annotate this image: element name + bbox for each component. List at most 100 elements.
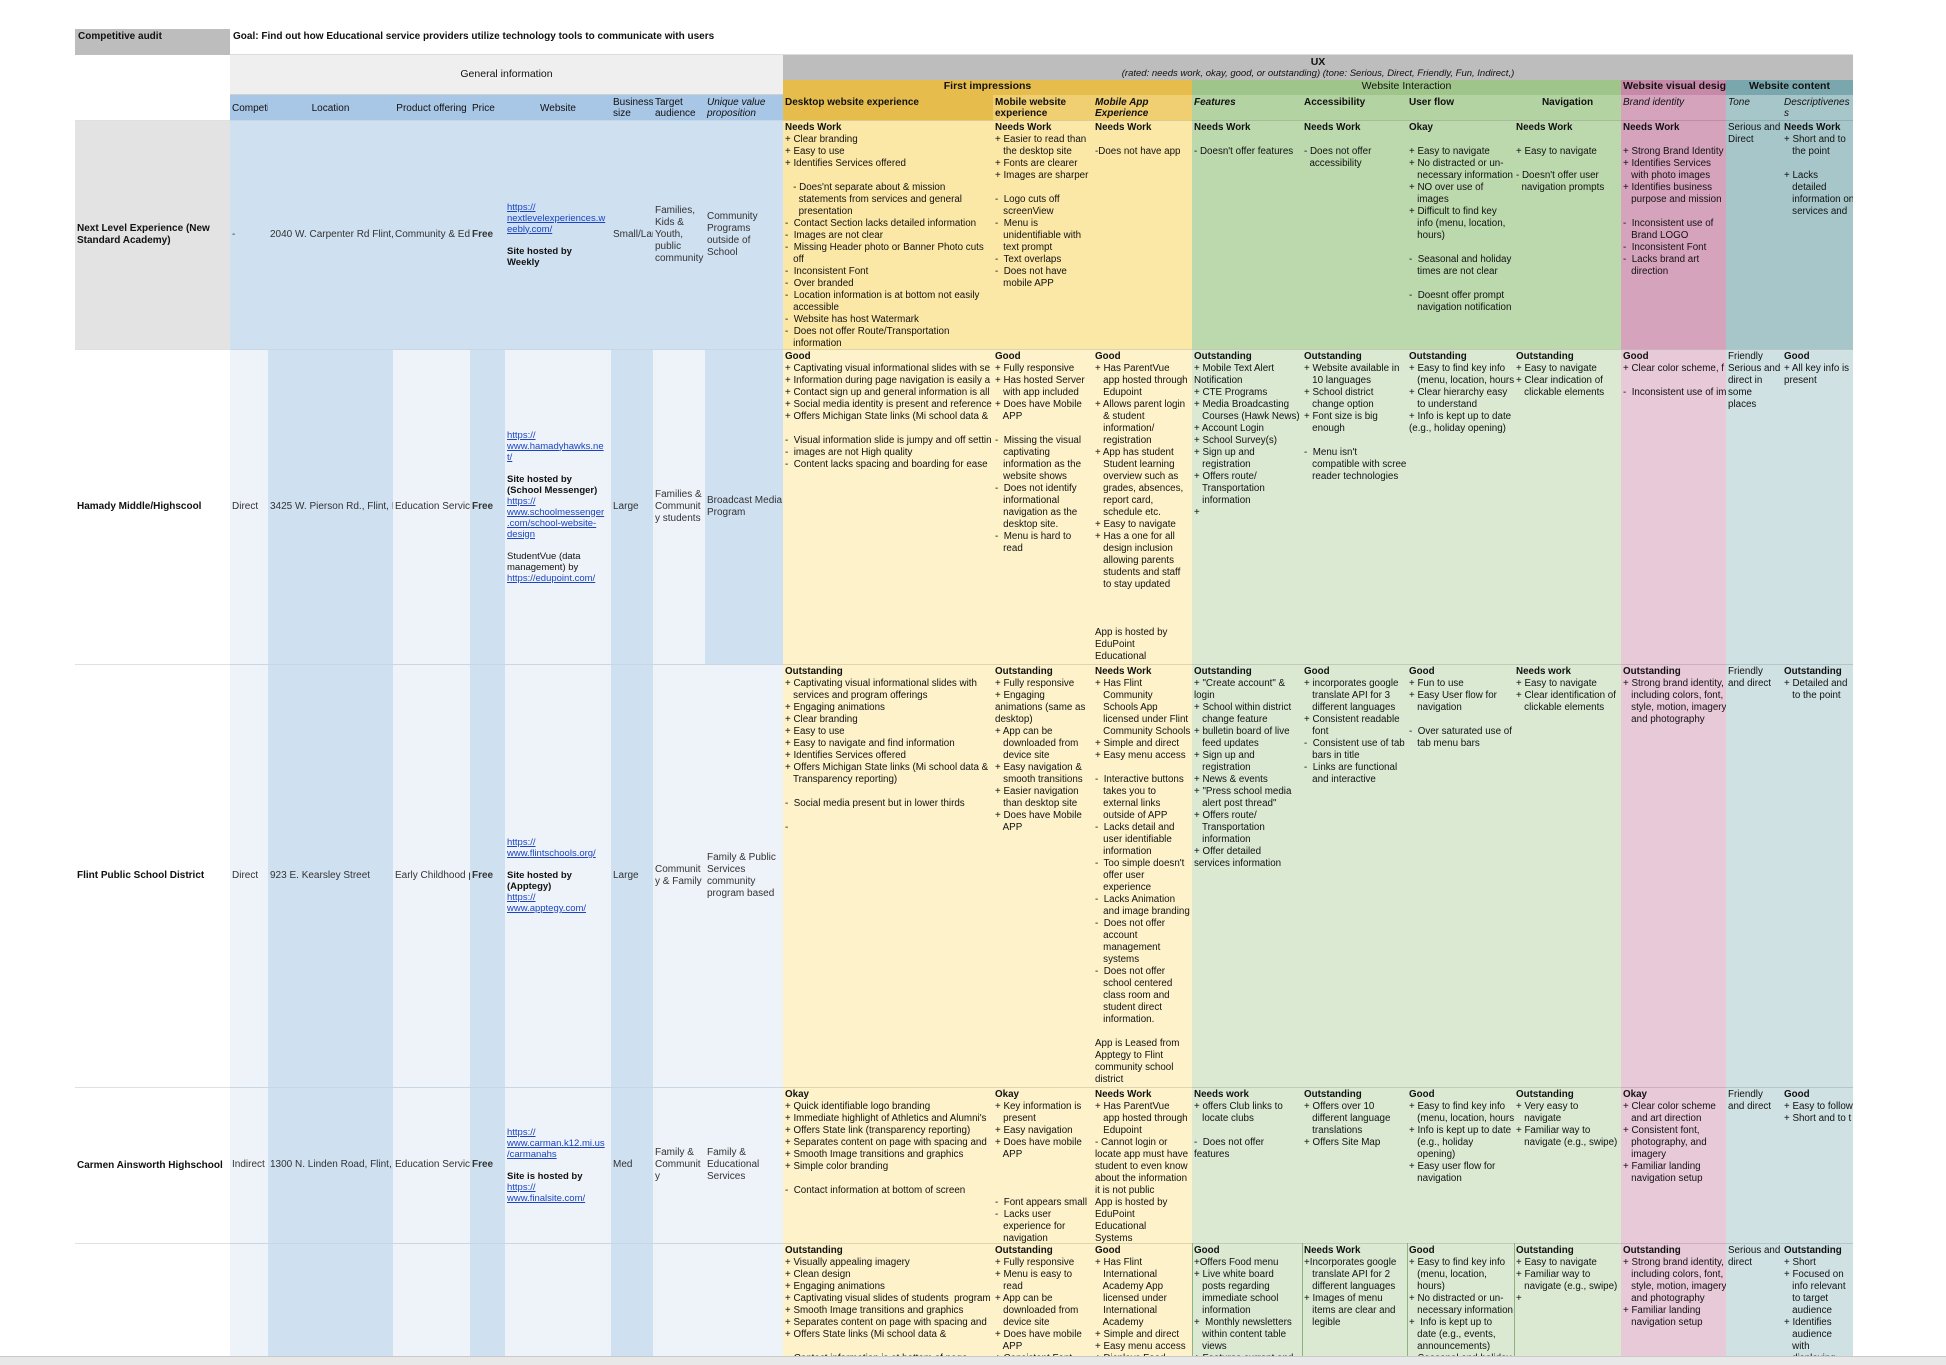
competitor-name: Carmen Ainsworth Highschool [75,1087,230,1243]
cell-location-text: 3425 W. Pierson Rd., Flint, I [270,500,393,512]
column-header-features: Features [1192,95,1302,120]
column-header-descriptiveness: Descriptivenes s [1782,95,1853,120]
desc-rating: Good [1784,351,1810,362]
features-notes: + "Create account" & login + School with… [1194,678,1292,869]
cell-audience: Families, Kids & Youth, public community [653,120,705,349]
desc-rating: Needs Work [1784,122,1841,133]
general-info-header: General information [230,55,783,95]
competitor-name-text: Flint Public School District [77,870,205,881]
access-notes: +Incorporates google translate API for 2… [1304,1257,1397,1328]
desc-rating: Outstanding [1784,666,1842,677]
cell-desc: Outstanding + Short + Focused on info rel… [1782,1243,1853,1364]
cell-location-text: 2040 W. Carpenter Rd Flint, [270,228,393,240]
mobile-notes: + Fully responsive + Has hosted Server w… [995,363,1085,554]
cell-tone: Serious and Direct [1726,120,1782,349]
cell-mobile: Outstanding + Fully responsive + Engaging… [993,664,1093,1087]
cell-features: Outstanding + Mobile Text Alert Notificat… [1192,349,1302,664]
access-rating: Outstanding [1304,351,1362,362]
cell-brand: Outstanding + Strong brand identity, incl… [1621,664,1726,1087]
features-rating: Outstanding [1194,666,1252,677]
desktop-notes: + Captivating visual informational slide… [785,678,989,833]
edupoint-link[interactable]: https://edupoint.com/ [507,573,609,584]
cell-uvp-text: Family & Educational Services [707,1147,760,1182]
col-bg-uvp [705,1243,783,1364]
cell-product-text: Community & Edi [395,228,470,240]
website-link[interactable]: https:// www.carman.k12.mi.us /carmanahs [507,1127,609,1160]
competitor-name [75,1243,230,1364]
column-header-uvp: Unique value proposition [705,95,783,120]
cell-app: Good + Has Flint International Academy Ap… [1093,1243,1192,1364]
desktop-notes: + Clear branding + Easy to use + Identif… [785,134,984,349]
goal-text: Goal: Find out how Educational service p… [230,29,1853,55]
app-notes: + Has ParentVue app hosted through Edupo… [1095,1101,1189,1243]
nav-notes: + Very easy to navigate + Familiar way t… [1516,1101,1618,1148]
cell-audience-text: Families & Communit y students [655,488,702,524]
nav-notes: + Easy to navigate + Clear indication of… [1516,363,1605,398]
tone-text: Serious and direct [1728,1245,1781,1268]
cell-access: Needs Work - Does not offer accessibilit… [1302,120,1407,349]
cell-brand: Outstanding + Strong brand identity, incl… [1621,1243,1726,1364]
mobile-rating: Okay [995,1089,1019,1100]
column-header-user-flow: User flow [1407,95,1514,120]
cell-size-text: Large [613,500,639,512]
app-notes: + Has ParentVue app hosted through Edupo… [1095,363,1188,664]
website-link[interactable]: https:// nextlevelexperiences.w eebly.co… [507,202,609,235]
first-impressions-header: First impressions [783,80,1192,95]
cell-desc: Needs Work + Short and to the point + Lac… [1782,120,1853,349]
cell-nav: Outstanding + Easy to navigate + Familiar… [1514,1243,1621,1364]
desc-notes: + Detailed and to the point [1784,678,1848,701]
cell-price: Free [470,120,505,349]
grid-line [1192,1243,1193,1364]
cell-features: Needs work + offers Club links to locate … [1192,1087,1302,1243]
cell-app: Needs Work + Has Flint Community Schools … [1093,664,1192,1087]
column-header-target-audience: Target audience [653,95,705,120]
cell-features: Good +Offers Food menu + Live white board… [1192,1243,1302,1364]
mobile-rating: Outstanding [995,666,1053,677]
column-header-competitor: Competi [230,95,268,120]
app-notes: + Has Flint Community Schools App licens… [1095,678,1191,1085]
access-rating: Good [1304,666,1330,677]
column-header-product-offering: Product offering [393,95,470,120]
cell-type-text: Direct [232,500,259,512]
cell-size-text: Med [613,1159,633,1170]
cell-app: Good + Has ParentVue app hosted through E… [1093,349,1192,664]
cell-price: Free [470,664,505,1087]
cell-price-text: Free [472,1159,494,1170]
cell-mobile: Good + Fully responsive + Has hosted Serv… [993,349,1093,664]
cell-access: Needs Work +Incorporates google translate… [1302,1243,1407,1364]
cell-uvp-text: Community Programs outside of School [707,210,758,258]
brand-rating: Needs Work [1623,122,1680,133]
brand-notes: + Strong brand identity, including color… [1623,1257,1726,1328]
host-link[interactable]: https:// www.schoolmessenger .com/school… [507,496,609,540]
grid-line [1302,1243,1303,1364]
cell-type: Indirect [230,1087,268,1243]
mobile-rating: Good [995,351,1021,362]
cell-nav: Needs Work + Easy to navigate - Doesn't … [1514,120,1621,349]
competitor-name: Next Level Experience (New Standard Acad… [75,120,230,349]
host-link[interactable]: https:// www.finalsite.com/ [507,1182,609,1204]
cell-tone: Serious and direct [1726,1243,1782,1364]
column-header-mobile-web: Mobile website experience [993,95,1093,120]
competitor-name-text: Next Level Experience (New Standard Acad… [77,223,213,246]
website-link[interactable]: https:// www.hamadyhawks.ne t/ [507,430,609,463]
grid-line [1514,1243,1515,1364]
host-link[interactable]: https:// www.apptegy.com/ [507,892,609,914]
app-rating: Needs Work [1095,666,1152,677]
column-header-tone: Tone [1726,95,1782,120]
cell-mobile: Needs Work + Easier to read than the desk… [993,120,1093,349]
access-rating: Outstanding [1304,1089,1362,1100]
cell-tone: Friendly and direct [1726,1087,1782,1243]
website-visual-design-header: Website visual design [1621,80,1726,95]
mobile-rating: Needs Work [995,122,1052,133]
website-link[interactable]: https:// www.flintschools.org/ [507,837,609,859]
cell-price: Free [470,349,505,664]
cell-location: 1300 N. Linden Road, Flint, [268,1087,393,1243]
cell-price-text: Free [472,869,494,881]
brand-notes: + Strong brand identity, including color… [1623,678,1726,725]
col-bg-web [505,1243,611,1364]
features-rating: Outstanding [1194,351,1252,362]
cell-desc: Outstanding + Detailed and to the point [1782,664,1853,1087]
flow-rating: Good [1409,1089,1435,1100]
